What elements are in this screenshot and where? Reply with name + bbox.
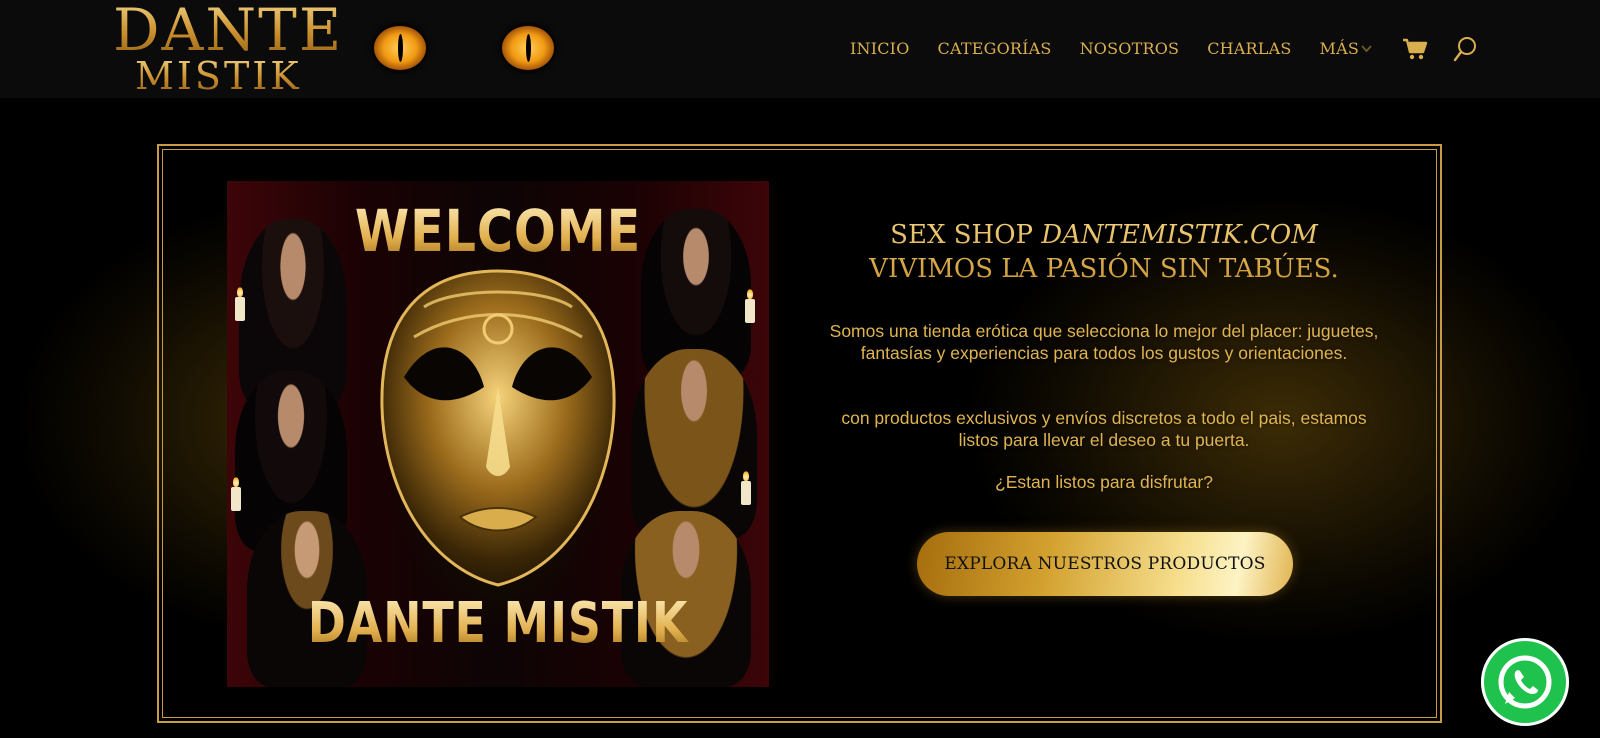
whatsapp-chat-button[interactable] <box>1481 638 1569 726</box>
cat-eye-left-icon <box>374 26 426 70</box>
site-logo[interactable]: DANTE MISTIK <box>113 0 343 98</box>
whatsapp-icon <box>1498 655 1552 709</box>
shopping-cart-icon[interactable] <box>1402 36 1428 62</box>
hero-paragraph-intro: Somos una tienda erótica que selecciona … <box>829 321 1379 363</box>
page: DANTE MISTIK INICIO CATEGORÍAS NOSOTROS … <box>0 0 1600 738</box>
headline-domain: DANTEMISTIK.COM <box>1041 220 1318 250</box>
hero-paragraph-question: ¿Estan listos para disfrutar? <box>995 472 1213 492</box>
poster-brand-text: DANTE MISTIK <box>276 591 720 656</box>
hero-paragraph-shipping: con productos exclusivos y envíos discre… <box>841 408 1367 450</box>
nav-item-categorias[interactable]: CATEGORÍAS <box>938 39 1052 58</box>
nav-item-inicio[interactable]: INICIO <box>850 39 910 58</box>
nav-item-mas[interactable]: MÁS <box>1320 39 1360 58</box>
hero-headline: SEX SHOP DANTEMISTIK.COM VIVIMOS LA PASI… <box>820 218 1388 286</box>
nav-item-nosotros[interactable]: NOSOTROS <box>1080 39 1180 58</box>
logo-text-mistik: MISTIK <box>135 54 302 98</box>
hero-copy: SEX SHOP DANTEMISTIK.COM VIVIMOS LA PASI… <box>820 218 1388 492</box>
site-header: DANTE MISTIK INICIO CATEGORÍAS NOSOTROS … <box>0 0 1600 98</box>
search-icon[interactable] <box>1453 36 1479 62</box>
headline-prefix: SEX SHOP <box>890 220 1042 250</box>
nav-item-charlas[interactable]: CHARLAS <box>1207 39 1291 58</box>
welcome-poster-image: WELCOME DANTE MISTIK <box>227 181 769 687</box>
chevron-down-icon[interactable] <box>1361 42 1372 56</box>
main-nav: INICIO CATEGORÍAS NOSOTROS CHARLAS MÁS <box>850 36 1394 60</box>
poster-welcome-text: WELCOME <box>268 197 729 265</box>
golden-mask-image <box>380 269 616 587</box>
explore-products-button[interactable]: EXPLORA NUESTROS PRODUCTOS <box>917 532 1293 596</box>
headline-tagline: VIVIMOS LA PASIÓN SIN TABÚES. <box>869 254 1339 284</box>
cat-eye-right-icon <box>502 26 554 70</box>
